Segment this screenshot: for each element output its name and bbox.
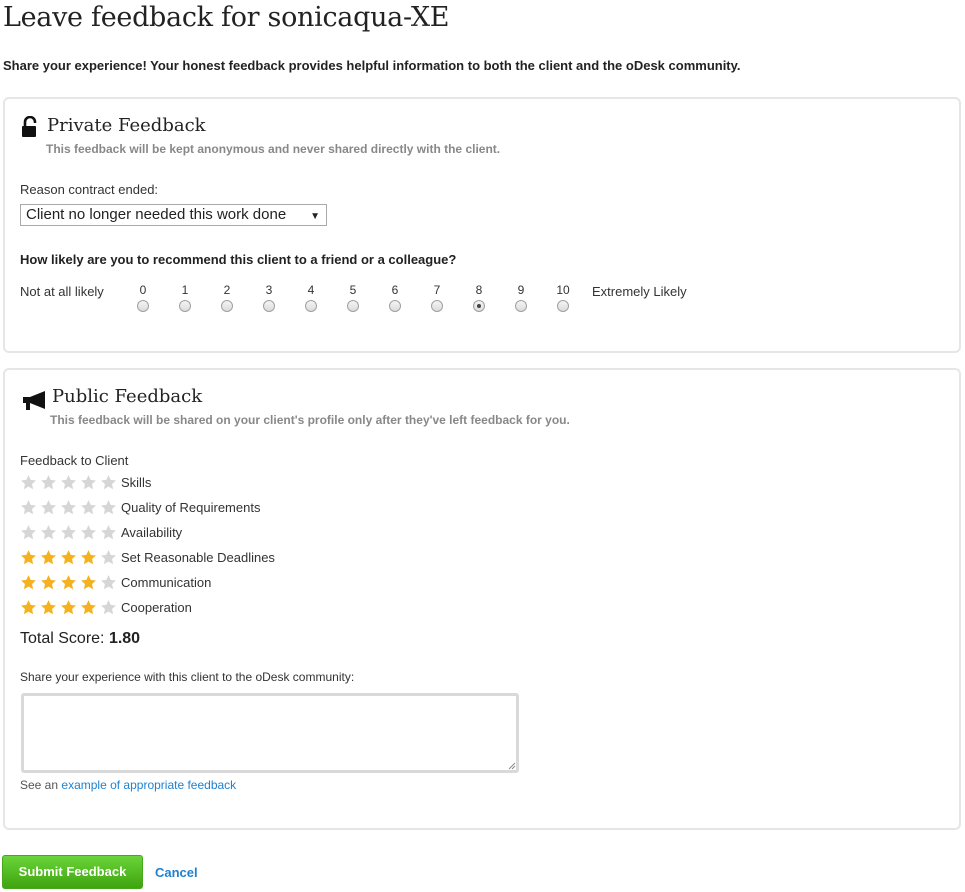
- star-icon[interactable]: [40, 524, 60, 541]
- page-title: Leave feedback for sonicaqua-XE: [3, 2, 450, 33]
- reason-label: Reason contract ended:: [20, 182, 159, 197]
- scale-option[interactable]: 1: [175, 283, 195, 317]
- caret-down-icon: ▼: [310, 211, 320, 222]
- rating-label: Set Reasonable Deadlines: [121, 550, 275, 565]
- scale-radio[interactable]: [389, 300, 401, 312]
- star-icon[interactable]: [80, 499, 100, 516]
- comment-textarea[interactable]: [21, 693, 519, 773]
- star-icon[interactable]: [20, 599, 40, 616]
- star-icon[interactable]: [20, 474, 40, 491]
- cancel-link[interactable]: Cancel: [155, 865, 198, 880]
- scale-option-number: 3: [265, 283, 273, 297]
- example-feedback-link[interactable]: example of appropriate feedback: [61, 778, 236, 792]
- megaphone-icon: [21, 390, 49, 412]
- intro-text: Share your experience! Your honest feedb…: [3, 58, 741, 73]
- total-score-value: 1.80: [108, 630, 141, 647]
- star-icon[interactable]: [60, 549, 80, 566]
- scale-option-number: 2: [223, 283, 231, 297]
- scale-radio[interactable]: [515, 300, 527, 312]
- star-icon[interactable]: [100, 499, 120, 516]
- scale-option[interactable]: 6: [385, 283, 405, 317]
- star-icon[interactable]: [60, 474, 80, 491]
- reason-select[interactable]: Client no longer needed this work done ▼: [20, 204, 327, 226]
- star-icon[interactable]: [40, 574, 60, 591]
- star-icon[interactable]: [80, 549, 100, 566]
- star-icon[interactable]: [60, 599, 80, 616]
- private-feedback-title: Private Feedback: [47, 115, 206, 136]
- rating-label: Quality of Requirements: [121, 500, 261, 515]
- star-icon[interactable]: [60, 574, 80, 591]
- scale-radio[interactable]: [263, 300, 275, 312]
- scale-option-number: 9: [517, 283, 525, 297]
- submit-feedback-button[interactable]: Submit Feedback: [2, 855, 143, 889]
- reason-select-value: Client no longer needed this work done: [26, 206, 287, 223]
- public-feedback-panel: Public Feedback This feedback will be sh…: [3, 368, 961, 830]
- scale-option[interactable]: 8: [469, 283, 489, 317]
- scale-option-number: 7: [433, 283, 441, 297]
- private-feedback-panel: Private Feedback This feedback will be k…: [3, 97, 961, 353]
- total-score-label: Total Score:: [20, 630, 105, 647]
- recommend-question: How likely are you to recommend this cli…: [20, 252, 457, 267]
- rating-label: Skills: [121, 475, 152, 490]
- scale-option[interactable]: 7: [427, 283, 447, 317]
- scale-right-label: Extremely Likely: [592, 284, 687, 299]
- scale-option[interactable]: 4: [301, 283, 321, 317]
- feedback-hint: See an example of appropriate feedback: [20, 778, 236, 792]
- scale-radio[interactable]: [431, 300, 443, 312]
- star-icon[interactable]: [100, 524, 120, 541]
- scale-radio[interactable]: [557, 300, 569, 312]
- scale-option-number: 10: [556, 283, 570, 297]
- total-score: Total Score: 1.80: [20, 630, 140, 648]
- star-icon[interactable]: [40, 599, 60, 616]
- scale-radio[interactable]: [137, 300, 149, 312]
- hint-prefix: See an: [20, 778, 59, 792]
- public-feedback-subtitle: This feedback will be shared on your cli…: [50, 413, 570, 427]
- lock-icon: [21, 115, 39, 138]
- scale-option[interactable]: 2: [217, 283, 237, 317]
- star-icon[interactable]: [20, 499, 40, 516]
- scale-option[interactable]: 3: [259, 283, 279, 317]
- star-icon[interactable]: [40, 499, 60, 516]
- star-icon[interactable]: [20, 574, 40, 591]
- scale-option[interactable]: 10: [553, 283, 573, 317]
- rating-label: Availability: [121, 525, 183, 540]
- star-icon[interactable]: [20, 549, 40, 566]
- resize-grip-icon[interactable]: [508, 762, 516, 770]
- star-icon[interactable]: [80, 599, 100, 616]
- star-icon[interactable]: [20, 524, 40, 541]
- scale-option-number: 4: [307, 283, 315, 297]
- scale-radio[interactable]: [347, 300, 359, 312]
- scale-option[interactable]: 5: [343, 283, 363, 317]
- star-icon[interactable]: [40, 549, 60, 566]
- rating-label: Cooperation: [121, 600, 192, 615]
- scale-option[interactable]: 9: [511, 283, 531, 317]
- scale-option-number: 1: [181, 283, 189, 297]
- star-icon[interactable]: [80, 474, 100, 491]
- scale-radio[interactable]: [305, 300, 317, 312]
- scale-option-number: 6: [391, 283, 399, 297]
- star-icon[interactable]: [80, 524, 100, 541]
- rating-label: Communication: [121, 575, 212, 590]
- scale-option[interactable]: 0: [133, 283, 153, 317]
- star-icon[interactable]: [100, 549, 120, 566]
- star-icon[interactable]: [60, 499, 80, 516]
- feedback-to-client-label: Feedback to Client: [20, 453, 129, 468]
- scale-left-label: Not at all likely: [20, 284, 104, 299]
- star-icon[interactable]: [80, 574, 100, 591]
- star-icon[interactable]: [100, 599, 120, 616]
- scale-radio[interactable]: [179, 300, 191, 312]
- public-feedback-title: Public Feedback: [52, 386, 203, 407]
- comment-label: Share your experience with this client t…: [20, 670, 355, 684]
- private-feedback-subtitle: This feedback will be kept anonymous and…: [46, 142, 501, 156]
- scale-radio[interactable]: [473, 300, 485, 312]
- scale-option-number: 8: [475, 283, 483, 297]
- scale-option-number: 5: [349, 283, 357, 297]
- star-icon[interactable]: [60, 524, 80, 541]
- star-icon[interactable]: [100, 474, 120, 491]
- star-icon[interactable]: [100, 574, 120, 591]
- scale-option-number: 0: [139, 283, 147, 297]
- star-icon[interactable]: [40, 474, 60, 491]
- scale-radio[interactable]: [221, 300, 233, 312]
